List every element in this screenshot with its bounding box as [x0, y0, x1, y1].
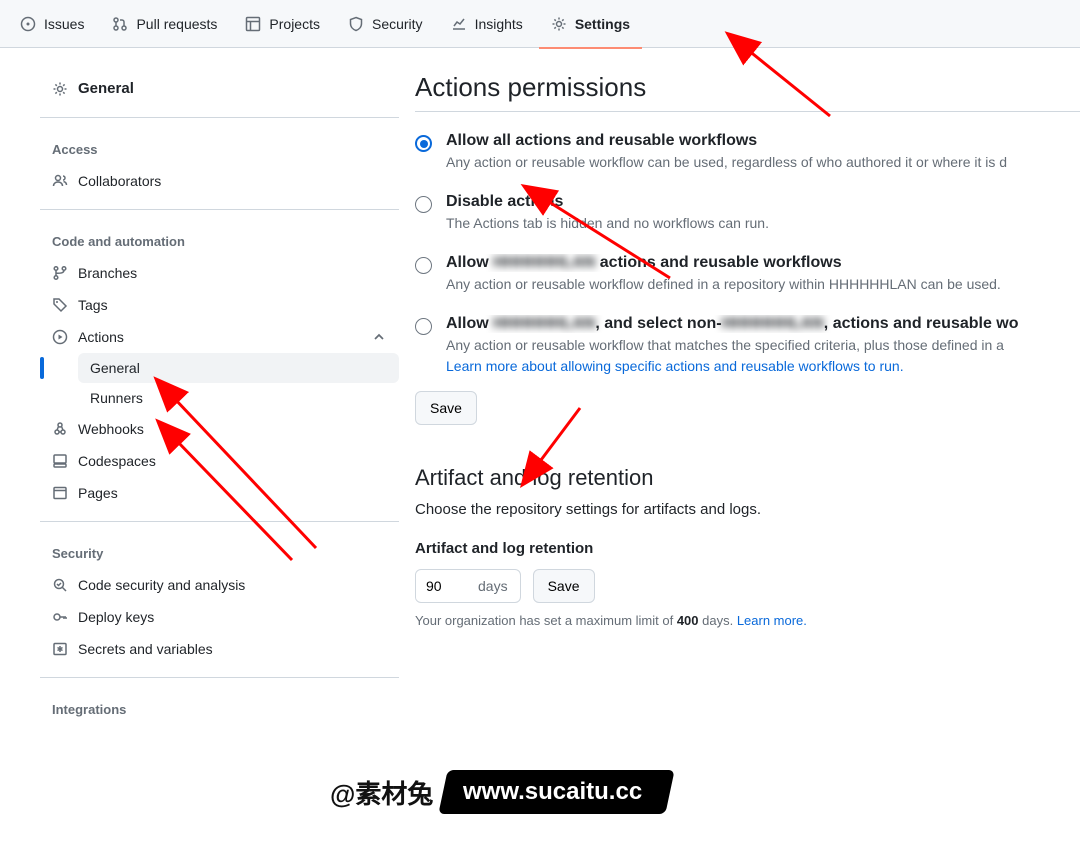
retention-help: Your organization has set a maximum limi…	[415, 613, 1080, 628]
sidebar-item-pages[interactable]: Pages	[40, 477, 399, 509]
sidebar-item-actions[interactable]: Actions	[40, 321, 399, 353]
divider	[40, 117, 399, 118]
sidebar-item-label: Actions	[78, 329, 124, 345]
sidebar-item-label: Secrets and variables	[78, 641, 213, 657]
tab-label: Issues	[44, 16, 84, 32]
tab-label: Projects	[269, 16, 320, 32]
radio-allow-select[interactable]: Allow HHHHHHLAN, and select non-HHHHHHLA…	[415, 315, 1080, 377]
sidebar-item-label: General	[90, 360, 140, 376]
radio-description: The Actions tab is hidden and no workflo…	[446, 213, 1080, 234]
people-icon	[52, 173, 68, 189]
tab-security[interactable]: Security	[336, 0, 435, 48]
sidebar-item-general[interactable]: General	[40, 72, 399, 105]
save-permissions-button[interactable]: Save	[415, 391, 477, 425]
settings-sidebar: General Access Collaborators Code and au…	[0, 48, 415, 749]
retention-field-label: Artifact and log retention	[415, 540, 1080, 557]
shield-icon	[348, 16, 364, 32]
tab-label: Insights	[475, 16, 523, 32]
radio-description: Any action or reusable workflow can be u…	[446, 152, 1080, 173]
tab-projects[interactable]: Projects	[233, 0, 332, 48]
sidebar-item-label: General	[78, 80, 134, 97]
sidebar-heading-security: Security	[40, 538, 399, 569]
sidebar-item-collaborators[interactable]: Collaborators	[40, 165, 399, 197]
sidebar-heading-access: Access	[40, 134, 399, 165]
webhook-icon	[52, 421, 68, 437]
radio-allow-all[interactable]: Allow all actions and reusable workflows…	[415, 132, 1080, 173]
key-icon	[52, 609, 68, 625]
chevron-down-icon	[371, 329, 387, 345]
codescan-icon	[52, 577, 68, 593]
tab-label: Security	[372, 16, 423, 32]
radio-description: Any action or reusable workflow defined …	[446, 274, 1080, 295]
git-pull-request-icon	[112, 16, 128, 32]
radio-input[interactable]	[415, 196, 432, 213]
divider	[40, 677, 399, 678]
tab-insights[interactable]: Insights	[439, 0, 535, 48]
graph-icon	[451, 16, 467, 32]
sidebar-item-code-security[interactable]: Code security and analysis	[40, 569, 399, 601]
save-retention-button[interactable]: Save	[533, 569, 595, 603]
codespaces-icon	[52, 453, 68, 469]
tab-settings[interactable]: Settings	[539, 0, 642, 48]
sidebar-item-codespaces[interactable]: Codespaces	[40, 445, 399, 477]
page-title: Actions permissions	[415, 72, 1080, 112]
sidebar-item-label: Runners	[90, 390, 143, 406]
main-content: Actions permissions Allow all actions an…	[415, 48, 1080, 749]
sidebar-item-label: Tags	[78, 297, 108, 313]
retention-days-input[interactable]	[416, 572, 476, 600]
sidebar-item-label: Branches	[78, 265, 137, 281]
tab-pulls[interactable]: Pull requests	[100, 0, 229, 48]
sidebar-item-secrets[interactable]: Secrets and variables	[40, 633, 399, 665]
sidebar-item-tags[interactable]: Tags	[40, 289, 399, 321]
watermark-text: @素材兔	[330, 774, 433, 811]
issue-icon	[20, 16, 36, 32]
gear-icon	[52, 81, 68, 97]
project-icon	[245, 16, 261, 32]
git-branch-icon	[52, 265, 68, 281]
sidebar-item-label: Deploy keys	[78, 609, 154, 625]
sidebar-heading-integrations: Integrations	[40, 694, 399, 725]
sidebar-item-deploy-keys[interactable]: Deploy keys	[40, 601, 399, 633]
key-asterisk-icon	[52, 641, 68, 657]
watermark-url: www.sucaitu.cc	[439, 770, 676, 814]
radio-input[interactable]	[415, 135, 432, 152]
tab-issues[interactable]: Issues	[8, 0, 96, 48]
sidebar-heading-code: Code and automation	[40, 226, 399, 257]
tab-label: Pull requests	[136, 16, 217, 32]
radio-description: Any action or reusable workflow that mat…	[446, 335, 1080, 377]
browser-icon	[52, 485, 68, 501]
play-icon	[52, 329, 68, 345]
radio-label: Allow HHHHHHLAN, and select non-HHHHHHLA…	[446, 315, 1080, 333]
tag-icon	[52, 297, 68, 313]
sidebar-item-webhooks[interactable]: Webhooks	[40, 413, 399, 445]
sidebar-item-label: Collaborators	[78, 173, 161, 189]
radio-label: Allow all actions and reusable workflows	[446, 132, 1080, 150]
radio-input[interactable]	[415, 318, 432, 335]
sidebar-item-label: Codespaces	[78, 453, 156, 469]
divider	[40, 209, 399, 210]
retention-title: Artifact and log retention	[415, 465, 1080, 491]
sidebar-subitem-actions-general[interactable]: General	[78, 353, 399, 383]
learn-more-link[interactable]: Learn more about allowing specific actio…	[446, 358, 904, 374]
tab-label: Settings	[575, 16, 630, 32]
watermark: @素材兔 www.sucaitu.cc	[330, 770, 671, 814]
sidebar-item-label: Code security and analysis	[78, 577, 245, 593]
radio-label: Allow HHHHHHLAN actions and reusable wor…	[446, 254, 1080, 272]
sidebar-item-label: Pages	[78, 485, 118, 501]
retention-unit: days	[476, 572, 520, 600]
radio-allow-org[interactable]: Allow HHHHHHLAN actions and reusable wor…	[415, 254, 1080, 295]
sidebar-item-label: Webhooks	[78, 421, 144, 437]
retention-learn-more-link[interactable]: Learn more.	[737, 613, 807, 628]
sidebar-subitem-actions-runners[interactable]: Runners	[78, 383, 399, 413]
radio-input[interactable]	[415, 257, 432, 274]
repo-tabnav: Issues Pull requests Projects Security I…	[0, 0, 1080, 48]
retention-description: Choose the repository settings for artif…	[415, 501, 1080, 518]
sidebar-item-branches[interactable]: Branches	[40, 257, 399, 289]
radio-label: Disable actions	[446, 193, 1080, 211]
divider	[40, 521, 399, 522]
radio-disable[interactable]: Disable actions The Actions tab is hidde…	[415, 193, 1080, 234]
gear-icon	[551, 16, 567, 32]
retention-input-group: days	[415, 569, 521, 603]
